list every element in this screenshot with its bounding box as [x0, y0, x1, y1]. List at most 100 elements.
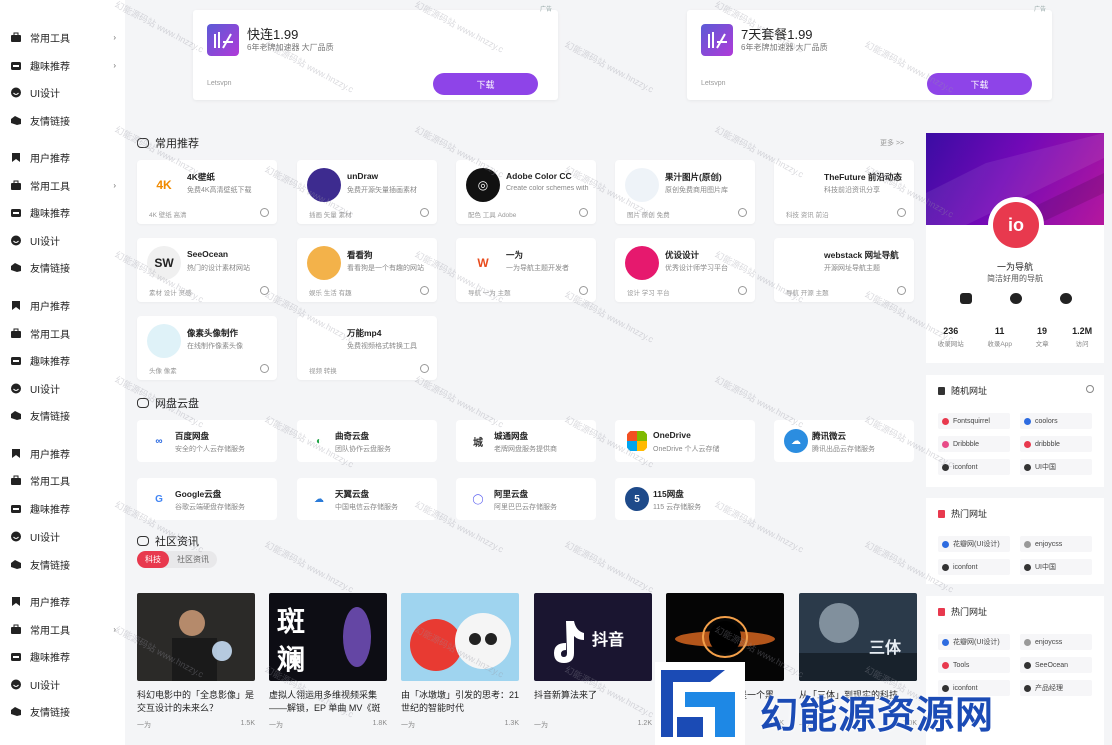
arrow-circle-icon[interactable]	[260, 208, 269, 217]
sidebar-item[interactable]: UI设计	[10, 377, 120, 399]
news-thumbnail[interactable]	[401, 593, 519, 681]
news-title[interactable]: 科幻电影中的「全息影像」是交互设计的未来么？	[137, 689, 255, 715]
sidebar-item[interactable]: 友情链接	[10, 109, 120, 131]
site-card[interactable]: 万能mp4 免费视频格式转换工具 视频 转换	[297, 316, 437, 380]
more-link[interactable]: 更多 >>	[880, 138, 904, 148]
news-thumbnail[interactable]	[137, 593, 255, 681]
sidebar-item[interactable]: 常用工具	[10, 469, 120, 491]
arrow-circle-icon[interactable]	[260, 364, 269, 373]
tab-tech[interactable]: 科技	[137, 551, 169, 568]
tab-community[interactable]: 社区资讯	[169, 551, 217, 568]
arrow-circle-icon[interactable]	[897, 208, 906, 217]
site-card[interactable]: W 一为 一为导航主题开发者 导航 一为 主题	[456, 238, 596, 302]
site-link[interactable]: 花瓣网(UI设计)	[938, 536, 1010, 552]
site-link[interactable]: UI中国	[1020, 459, 1092, 475]
sidebar-item[interactable]: UI设计	[10, 673, 120, 695]
arrow-circle-icon[interactable]	[420, 364, 429, 373]
news-title[interactable]: 由「冰墩墩」引发的思考：21世纪的智能时代	[401, 689, 519, 715]
news-thumbnail[interactable]: 斑斓	[269, 593, 387, 681]
site-card[interactable]: 果汁图片(原创) 原创免费商用图片库 图片 原创 免费	[615, 160, 755, 224]
arrow-circle-icon[interactable]	[260, 286, 269, 295]
sidebar-item[interactable]: 用户推荐	[10, 146, 120, 168]
sidebar-item[interactable]: 常用工具 ›	[10, 618, 120, 640]
arrow-circle-icon[interactable]	[420, 208, 429, 217]
ad-card-1[interactable]: 广告 快连1.99 6年老牌加速器 大厂品质 Letsvpn 下载	[193, 7, 558, 100]
site-desc: 在线制作像素头像	[187, 343, 243, 350]
arrow-circle-icon[interactable]	[579, 286, 588, 295]
refresh-icon[interactable]	[1086, 385, 1094, 393]
site-link[interactable]: enjoycss	[1020, 536, 1092, 552]
news-card[interactable]: 斑斓虚拟人翎运用多维视频采集——解锁，EP 单曲 MV《斑斓》一为 1.8K	[269, 593, 387, 730]
sidebar-item[interactable]: 常用工具	[10, 322, 120, 344]
site-logo-icon	[147, 324, 181, 358]
news-card[interactable]: 科幻电影中的「全息影像」是交互设计的未来么？ 一为 1.5K	[137, 593, 255, 730]
handshake-icon	[10, 559, 22, 570]
ad-download-button[interactable]: 下载	[927, 73, 1032, 95]
arrow-circle-icon[interactable]	[738, 208, 747, 217]
sidebar-item[interactable]: 用户推荐	[10, 442, 120, 464]
news-title[interactable]: 抖音新算法来了	[534, 689, 652, 715]
sidebar-item[interactable]: UI设计	[10, 81, 120, 103]
sidebar-item[interactable]: 友情链接	[10, 553, 120, 575]
netdisk-card[interactable]: 5 115网盘 115 云存储服务	[615, 478, 755, 520]
wechat-icon[interactable]	[960, 293, 972, 304]
site-card[interactable]: 4K 4K壁纸 免费4K高清壁纸下载 4K 壁纸 高清	[137, 160, 277, 224]
site-card[interactable]: 优设设计 优秀设计师学习平台 设计 学习 平台	[615, 238, 755, 302]
site-card[interactable]: webstack 网址导航 开源网址导航主题 导航 开源 主题	[774, 238, 914, 302]
arrow-circle-icon[interactable]	[897, 286, 906, 295]
netdisk-card[interactable]: OneDrive OneDrive 个人云存储	[615, 420, 755, 462]
sidebar-item[interactable]: UI设计	[10, 229, 120, 251]
site-card[interactable]: 看看狗 看看狗是一个有趣的网站 娱乐 生活 有趣	[297, 238, 437, 302]
sidebar-item-label: 用户推荐	[30, 153, 70, 165]
sidebar-item[interactable]: 用户推荐	[10, 590, 120, 612]
site-link[interactable]: Fontsquirrel	[938, 413, 1010, 429]
news-title[interactable]: 虚拟人翎运用多维视频采集——解锁，EP 单曲 MV《斑斓》	[269, 689, 387, 715]
site-link[interactable]: coolors	[1020, 413, 1092, 429]
site-card[interactable]: TheFuture 前沿动态 科技前沿资讯分享 科技 资讯 前沿	[774, 160, 914, 224]
arrow-circle-icon[interactable]	[420, 286, 429, 295]
sidebar-item[interactable]: 趣味推荐	[10, 349, 120, 371]
news-thumbnail[interactable]: 抖音	[534, 593, 652, 681]
sidebar-item[interactable]: 常用工具 ›	[10, 174, 120, 196]
site-link[interactable]: iconfont	[938, 559, 1010, 575]
sidebar-item[interactable]: UI设计	[10, 525, 120, 547]
sidebar-item[interactable]: 友情链接	[10, 404, 120, 426]
netdisk-card[interactable]: ☁ 天翼云盘 中国电信云存储服务	[297, 478, 437, 520]
news-card[interactable]: 由「冰墩墩」引发的思考：21世纪的智能时代 一为 1.3K	[401, 593, 519, 730]
ad-download-button[interactable]: 下载	[433, 73, 538, 95]
site-link[interactable]: UI中国	[1020, 559, 1092, 575]
qq-icon[interactable]	[1010, 293, 1022, 304]
avatar[interactable]: io	[988, 197, 1044, 253]
site-link[interactable]: Dribbble	[938, 436, 1010, 452]
site-link[interactable]: iconfont	[938, 459, 1010, 475]
site-name: SeeOcean	[187, 249, 229, 259]
netdisk-card[interactable]: 城城通网盘 老牌网盘服务提供商	[456, 420, 596, 462]
news-card[interactable]: 抖音 抖音新算法来了 一为 1.2K	[534, 593, 652, 730]
netdisk-card[interactable]: ◯ 阿里云盘 阿里巴巴云存储服务	[456, 478, 596, 520]
news-views: 1.2K	[637, 720, 652, 727]
site-link[interactable]: dribbble	[1020, 436, 1092, 452]
arrow-circle-icon[interactable]	[738, 286, 747, 295]
sidebar-item[interactable]: 友情链接	[10, 256, 120, 278]
netdisk-card[interactable]: ☁ 腾讯微云 腾讯出品云存储服务	[774, 420, 914, 462]
site-link[interactable]: enjoycss	[1020, 634, 1092, 650]
site-card[interactable]: SW SeeOcean 热门的设计素材网站 素材 设计 灵感	[137, 238, 277, 302]
site-card[interactable]: ◎ Adobe Color CC Create color schemes with…	[456, 160, 596, 224]
smile-icon	[10, 531, 22, 542]
site-card[interactable]: 像素头像制作 在线制作像素头像 头像 像素	[137, 316, 277, 380]
site-link[interactable]: 花瓣网(UI设计)	[938, 634, 1010, 650]
sidebar-item[interactable]: 趣味推荐 ›	[10, 54, 120, 76]
arrow-circle-icon[interactable]	[579, 208, 588, 217]
netdisk-card[interactable]: ◐ 曲奇云盘 团队协作云盘服务	[297, 420, 437, 462]
site-card[interactable]: unDraw 免费开源矢量插画素材 插画 矢量 素材	[297, 160, 437, 224]
sidebar-item[interactable]: 趣味推荐	[10, 497, 120, 519]
sidebar-item[interactable]: 常用工具 ›	[10, 26, 120, 48]
github-icon[interactable]	[1060, 293, 1072, 304]
netdisk-card[interactable]: G Google云盘 谷歌云端硬盘存储服务	[137, 478, 277, 520]
ad-card-2[interactable]: 广告 7天套餐1.99 6年老牌加速器 大厂品质 Letsvpn 下载	[687, 7, 1052, 100]
sidebar-item[interactable]: 趣味推荐	[10, 645, 120, 667]
sidebar-item[interactable]: 趣味推荐	[10, 201, 120, 223]
netdisk-card[interactable]: ∞ 百度网盘 安全的个人云存储服务	[137, 420, 277, 462]
sidebar-item[interactable]: 友情链接	[10, 700, 120, 722]
sidebar-item[interactable]: 用户推荐	[10, 294, 120, 316]
